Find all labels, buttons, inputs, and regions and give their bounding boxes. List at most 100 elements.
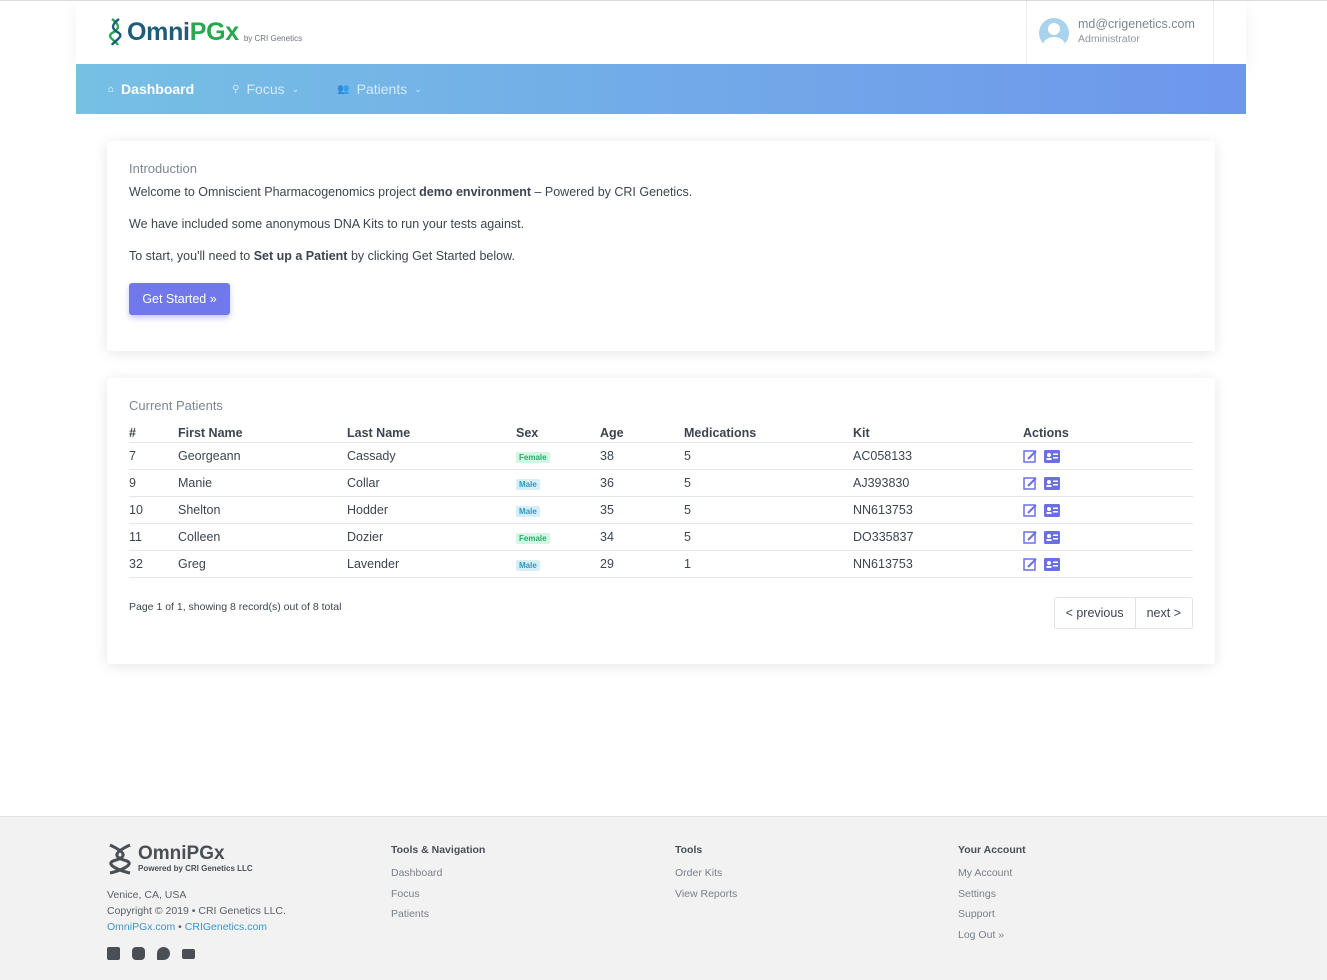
footer-link-patients[interactable]: Patients	[391, 904, 485, 925]
email-icon[interactable]	[182, 949, 195, 959]
footer-col-tools: Tools Order Kits View Reports	[675, 844, 737, 904]
twitter-icon[interactable]	[157, 947, 170, 960]
nav-item-dashboard[interactable]: ⌂ Dashboard	[108, 81, 194, 97]
edit-icon[interactable]	[1023, 557, 1039, 571]
footer-col-tools-navigation: Tools & Navigation Dashboard Focus Patie…	[391, 844, 485, 925]
chevron-down-icon: ⌄	[291, 83, 300, 94]
id-card-icon[interactable]	[1044, 530, 1060, 544]
get-started-button[interactable]: Get Started »	[129, 283, 230, 315]
previous-page-button[interactable]: < previous	[1055, 598, 1136, 628]
patients-table: # First Name Last Name Sex Age Medicatio…	[129, 424, 1193, 578]
footer-col-title: Tools & Navigation	[391, 844, 486, 856]
footer-logo[interactable]: OmniPGx Powered by CRI Genetics LLC	[107, 843, 253, 875]
sex-badge: Female	[516, 451, 550, 463]
column-header: Kit	[853, 424, 1023, 443]
chevron-down-icon: ⌄	[414, 83, 422, 94]
user-menu[interactable]: md@crigenetics.com Administrator	[1026, 1, 1214, 64]
footer-link-log-out[interactable]: Log Out »	[958, 925, 1026, 946]
main-nav: ⌂ Dashboard ⚲ Focus ⌄ 👥 Patients ⌄	[76, 64, 1246, 114]
facebook-icon[interactable]	[107, 947, 120, 960]
sex-badge: Male	[516, 478, 540, 490]
cell-kit: NN613753	[853, 496, 1023, 524]
footer-copyright: Copyright © 2019 • CRI Genetics LLC.	[107, 905, 286, 917]
cell-age: 34	[600, 523, 684, 551]
cell-actions	[1023, 442, 1193, 470]
column-header: Age	[600, 424, 684, 443]
cell-kit: AC058133	[853, 442, 1023, 470]
intro-start-text: To start, you'll need to Set up a Patien…	[129, 249, 515, 263]
footer-logo-sub: Powered by CRI Genetics LLC	[138, 864, 253, 873]
footer-link-support[interactable]: Support	[958, 904, 1026, 925]
crigenetics-link[interactable]: CRIGenetics.com	[185, 921, 267, 933]
users-icon: 👥	[337, 83, 350, 95]
edit-icon[interactable]	[1023, 449, 1039, 463]
table-row[interactable]: 10 Shelton Hodder Male 35 5 NN613753	[129, 496, 1193, 524]
footer-link-order-kits[interactable]: Order Kits	[675, 863, 737, 884]
sex-badge: Male	[516, 505, 540, 517]
sex-badge: Female	[516, 532, 550, 544]
footer-col-title: Your Account	[958, 844, 1026, 856]
intro-title: Introduction	[129, 161, 197, 176]
edit-icon[interactable]	[1023, 503, 1039, 517]
omnipgx-link[interactable]: OmniPGx.com	[107, 921, 175, 933]
cell-age: 36	[600, 469, 684, 497]
cell-first-name: Georgeann	[178, 442, 347, 470]
cell-last-name: Lavender	[347, 550, 516, 578]
avatar	[1039, 18, 1069, 48]
cell-sex: Female	[516, 523, 600, 551]
table-row[interactable]: 9 Manie Collar Male 36 5 AJ393830	[129, 469, 1193, 497]
cell-last-name: Hodder	[347, 496, 516, 524]
next-page-button[interactable]: next >	[1136, 598, 1192, 628]
cell-id: 10	[129, 496, 178, 524]
table-row[interactable]: 11 Colleen Dozier Female 34 5 DO335837	[129, 523, 1193, 551]
footer-link-focus[interactable]: Focus	[391, 884, 485, 905]
nav-item-patients[interactable]: 👥 Patients ⌄	[337, 81, 422, 97]
cell-actions	[1023, 496, 1193, 524]
column-header: First Name	[178, 424, 347, 443]
dna-logo-icon	[109, 843, 131, 875]
footer-link-dashboard[interactable]: Dashboard	[391, 863, 485, 884]
cell-sex: Male	[516, 550, 600, 578]
cell-actions	[1023, 523, 1193, 551]
intro-card: Introduction Welcome to Omniscient Pharm…	[107, 141, 1215, 351]
edit-icon[interactable]	[1023, 530, 1039, 544]
cell-kit: DO335837	[853, 523, 1023, 551]
cell-last-name: Dozier	[347, 523, 516, 551]
instagram-icon[interactable]	[132, 947, 145, 960]
id-card-icon[interactable]	[1044, 557, 1060, 571]
cell-medications: 1	[684, 550, 853, 578]
separator: •	[175, 921, 185, 933]
user-role: Administrator	[1078, 33, 1140, 45]
nav-item-label: Focus	[246, 81, 285, 97]
edit-icon[interactable]	[1023, 476, 1039, 490]
cell-first-name: Manie	[178, 469, 347, 497]
cell-kit: NN613753	[853, 550, 1023, 578]
cell-id: 32	[129, 550, 178, 578]
user-email: md@crigenetics.com	[1078, 17, 1195, 31]
dna-logo-icon	[108, 18, 122, 46]
footer-col-account: Your Account My Account Settings Support…	[958, 844, 1026, 945]
column-header: Actions	[1023, 424, 1193, 443]
footer-link-my-account[interactable]: My Account	[958, 863, 1026, 884]
cell-sex: Female	[516, 442, 600, 470]
cell-medications: 5	[684, 442, 853, 470]
header: Omni PGx by CRI Genetics md@crigenetics.…	[76, 1, 1246, 64]
footer-link-view-reports[interactable]: View Reports	[675, 884, 737, 905]
table-row[interactable]: 32 Greg Lavender Male 29 1 NN613753	[129, 550, 1193, 578]
table-header-row: # First Name Last Name Sex Age Medicatio…	[129, 424, 1193, 443]
cell-medications: 5	[684, 469, 853, 497]
logo[interactable]: Omni PGx by CRI Genetics	[108, 17, 302, 47]
id-card-icon[interactable]	[1044, 449, 1060, 463]
id-card-icon[interactable]	[1044, 503, 1060, 517]
cell-age: 38	[600, 442, 684, 470]
footer-link-settings[interactable]: Settings	[958, 884, 1026, 905]
cell-medications: 5	[684, 523, 853, 551]
sex-badge: Male	[516, 559, 540, 571]
table-row[interactable]: 7 Georgeann Cassady Female 38 5 AC058133	[129, 442, 1193, 470]
pagination-info: Page 1 of 1, showing 8 record(s) out of …	[129, 601, 342, 613]
logo-pgx-text: PGx	[189, 18, 239, 46]
cell-kit: AJ393830	[853, 469, 1023, 497]
nav-item-focus[interactable]: ⚲ Focus ⌄	[232, 81, 299, 97]
logo-by-text: by CRI Genetics	[243, 34, 303, 43]
id-card-icon[interactable]	[1044, 476, 1060, 490]
